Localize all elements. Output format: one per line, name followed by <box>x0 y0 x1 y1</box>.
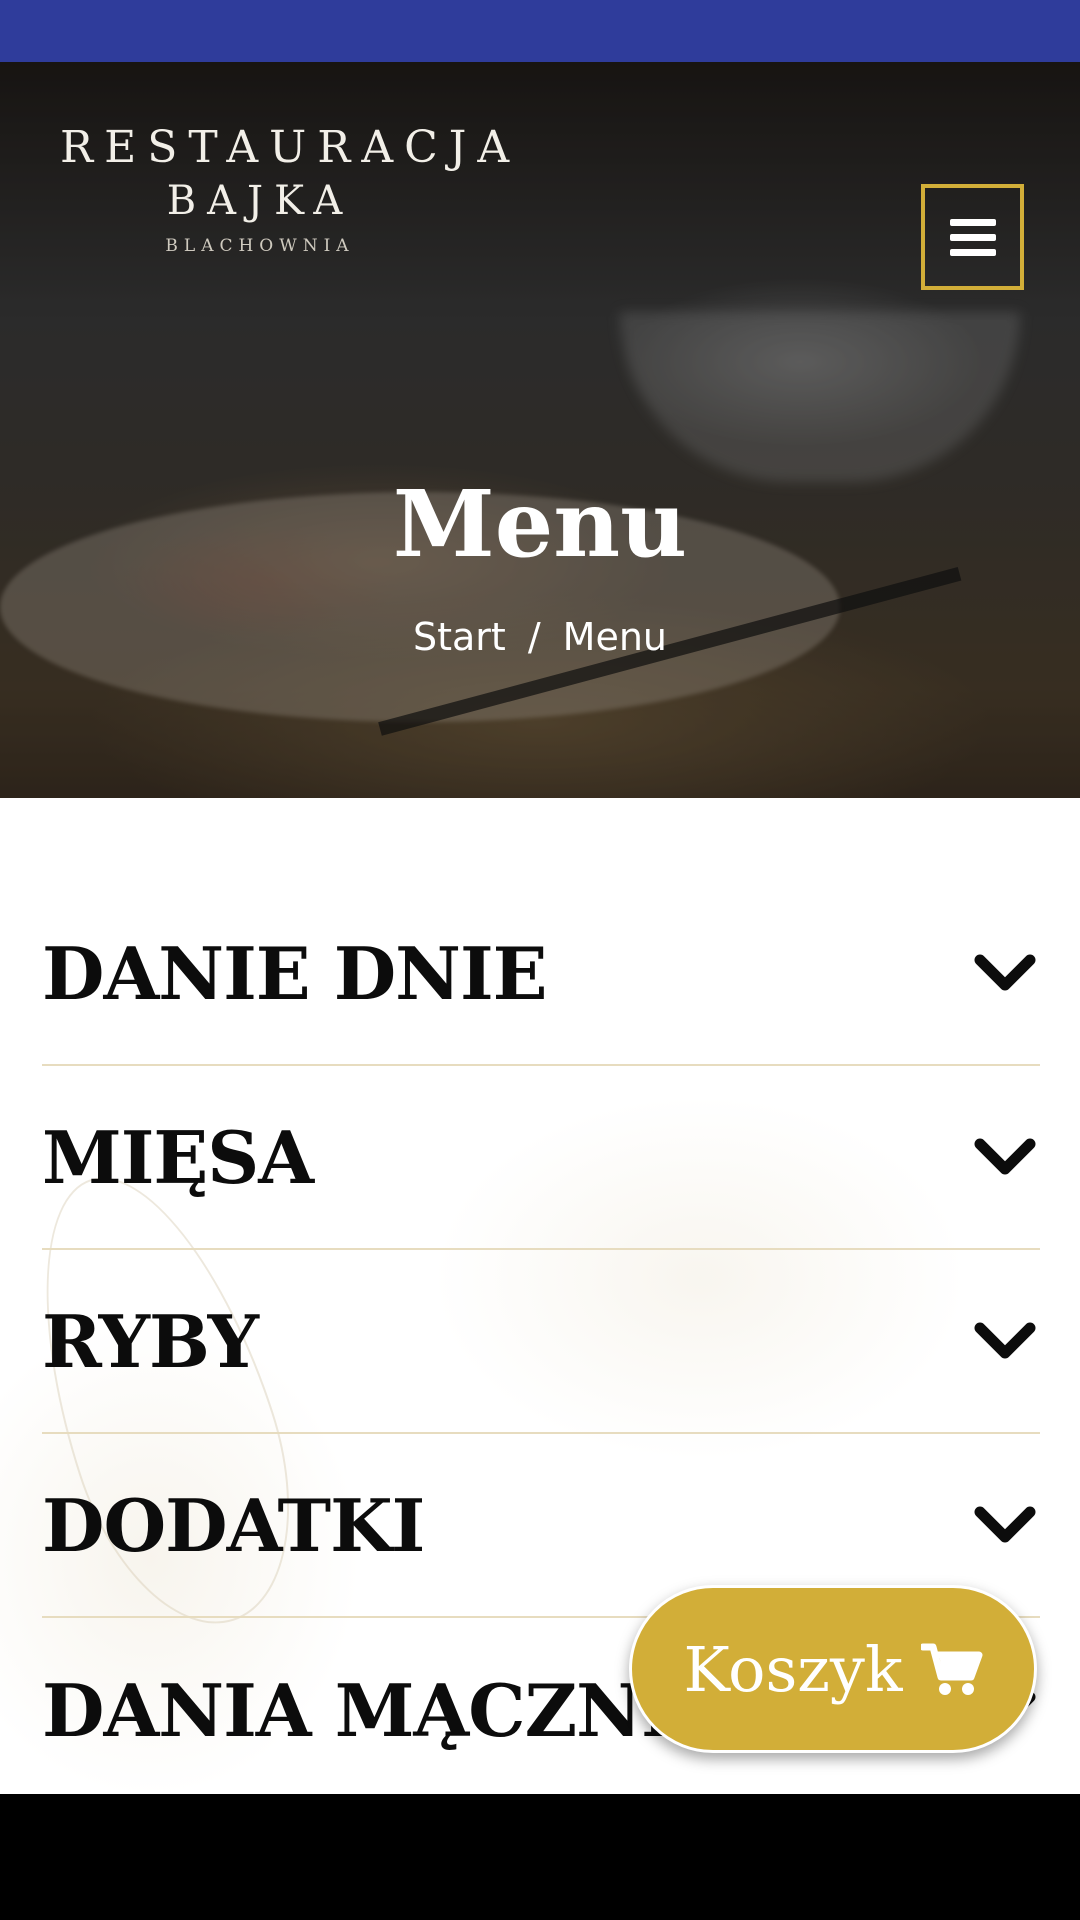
logo-line-restauracja: RESTAURACJA <box>60 122 521 173</box>
breadcrumb-separator: / <box>527 615 541 659</box>
navigation-bar <box>0 1794 1080 1920</box>
category-label: DANIE DNIE <box>42 930 548 1016</box>
category-label: DANIA MĄCZNE <box>42 1667 696 1753</box>
category-ryby[interactable]: RYBY <box>42 1250 1040 1434</box>
category-danie-dnie[interactable]: DANIE DNIE <box>42 882 1040 1066</box>
cart-button[interactable]: Koszyk <box>629 1585 1037 1753</box>
breadcrumb-home-link[interactable]: Start <box>413 615 506 659</box>
status-bar <box>0 0 1080 62</box>
logo-line-bajka: BAJKA <box>166 178 354 224</box>
breadcrumb-current: Menu <box>562 615 667 659</box>
cart-button-label: Koszyk <box>683 1632 903 1706</box>
chevron-down-icon <box>974 1322 1036 1359</box>
hamburger-icon-bar-3 <box>949 248 996 256</box>
category-label: DODATKI <box>42 1482 425 1568</box>
category-label: RYBY <box>42 1298 259 1384</box>
chevron-down-icon <box>974 1506 1036 1543</box>
chevron-down-icon <box>974 954 1036 991</box>
category-miesa[interactable]: MIĘSA <box>42 1066 1040 1250</box>
chevron-down-icon <box>974 1138 1036 1175</box>
page-title: Menu <box>392 470 688 578</box>
restaurant-logo[interactable]: RESTAURACJA BAJKA BLACHOWNIA <box>60 120 521 256</box>
menu-toggle-button[interactable] <box>921 184 1024 290</box>
category-label: MIĘSA <box>42 1114 314 1200</box>
logo-line-blachownia: BLACHOWNIA <box>165 236 355 256</box>
hamburger-icon-bar-1 <box>949 218 996 226</box>
breadcrumb: Start / Menu <box>0 615 1080 659</box>
cart-icon <box>920 1643 983 1695</box>
hamburger-icon-bar-2 <box>949 233 996 241</box>
hero-photo-bowl <box>620 312 1020 482</box>
